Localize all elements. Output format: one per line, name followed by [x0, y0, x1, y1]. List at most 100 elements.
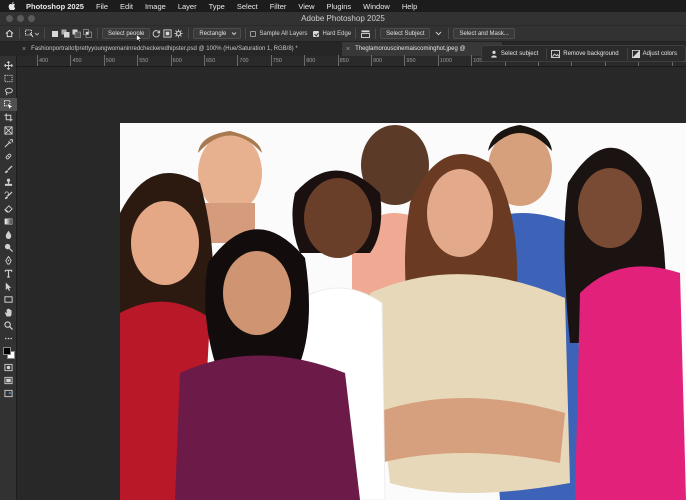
sample-all-layers-label: Sample All Layers — [259, 30, 308, 37]
adjust-colors-icon — [631, 49, 640, 58]
canvas-area[interactable] — [17, 67, 686, 500]
clone-stamp-tool-icon[interactable] — [0, 176, 17, 189]
eyedropper-tool-icon[interactable] — [0, 137, 17, 150]
hand-tool-icon[interactable] — [0, 306, 17, 319]
divider — [245, 28, 247, 39]
ruler-tick-label: 400 — [39, 58, 49, 64]
menu-plugins[interactable]: Plugins — [327, 2, 352, 11]
intersect-selection-icon[interactable] — [82, 28, 93, 39]
frame-tool-icon[interactable] — [0, 124, 17, 137]
foreground-color-swatch[interactable] — [3, 347, 11, 355]
type-tool-icon[interactable] — [0, 267, 17, 280]
dodge-tool-icon[interactable] — [0, 241, 17, 254]
ruler-tick-label: 700 — [239, 58, 249, 64]
apple-icon[interactable] — [8, 2, 16, 10]
pen-tool-icon[interactable] — [0, 254, 17, 267]
menu-window[interactable]: Window — [363, 2, 390, 11]
object-selection-tool-icon[interactable] — [0, 98, 17, 111]
select-subject-mode-icon[interactable] — [360, 28, 371, 39]
new-selection-icon[interactable] — [49, 28, 60, 39]
gear-icon[interactable] — [173, 28, 184, 39]
menu-bar: Photoshop 2025 File Edit Image Layer Typ… — [0, 0, 686, 12]
document-tab-fashion-portrait[interactable]: × Fashionportraitofprettyyoungwomaninred… — [18, 42, 344, 56]
hard-edge-label: Hard Edge — [322, 30, 352, 37]
blur-tool-icon[interactable] — [0, 228, 17, 241]
divider — [448, 28, 450, 39]
subtract-from-selection-icon[interactable] — [71, 28, 82, 39]
document-image[interactable] — [120, 123, 686, 500]
ruler-tick-mark — [337, 55, 339, 66]
menu-help[interactable]: Help — [402, 2, 417, 11]
divider — [188, 28, 190, 39]
sample-all-layers-checkbox[interactable] — [250, 30, 257, 37]
image-icon — [551, 49, 561, 58]
eraser-tool-icon[interactable] — [0, 202, 17, 215]
ruler-tick-label: 900 — [373, 58, 383, 64]
select-subject-button[interactable]: Select Subject — [380, 28, 431, 39]
person-icon — [491, 50, 497, 58]
ruler-tick-mark — [304, 55, 306, 66]
generative-fill-icon[interactable] — [0, 387, 17, 400]
path-selection-tool-icon[interactable] — [0, 280, 17, 293]
healing-brush-tool-icon[interactable] — [0, 150, 17, 163]
close-tab-icon[interactable]: × — [22, 46, 26, 53]
document-tab-label: Fashionportraitofprettyyoungwomaninredch… — [31, 46, 298, 52]
home-icon[interactable] — [4, 28, 15, 39]
ruler-tick-mark — [437, 55, 439, 66]
zoom-tool-icon[interactable] — [0, 319, 17, 332]
ruler-tick-label: 550 — [139, 58, 149, 64]
screen-mode-icon[interactable] — [0, 374, 17, 387]
more-tools-icon[interactable] — [0, 332, 17, 345]
quick-mask-icon[interactable] — [0, 361, 17, 374]
app-name-menu[interactable]: Photoshop 2025 — [26, 2, 84, 11]
rectangle-tool-icon[interactable] — [0, 293, 17, 306]
ruler-tick-label: 1000 — [439, 58, 453, 64]
remove-background-button[interactable]: Remove background — [546, 47, 622, 60]
move-tool-icon[interactable] — [0, 59, 17, 72]
contextual-task-bar: Select subject Remove background Adjust … — [480, 45, 686, 62]
ruler-tick-label: 950 — [406, 58, 416, 64]
select-subject-dropdown[interactable] — [433, 28, 444, 39]
crop-tool-icon[interactable] — [0, 111, 17, 124]
lasso-tool-icon[interactable] — [0, 85, 17, 98]
object-finder-icon[interactable] — [162, 28, 173, 39]
chevron-down-icon — [232, 32, 237, 36]
menu-image[interactable]: Image — [145, 2, 166, 11]
ruler-tick-mark — [37, 55, 38, 66]
divider — [375, 28, 377, 39]
menu-filter[interactable]: Filter — [270, 2, 287, 11]
adjust-colors-button[interactable]: Adjust colors — [626, 47, 681, 60]
menu-select[interactable]: Select — [237, 2, 258, 11]
ruler-tick-label: 750 — [272, 58, 282, 64]
refresh-icon[interactable] — [151, 28, 162, 39]
document-tab-glamorous-cinema[interactable]: × Theglamorouscinemaiscominghot.jpeg @ — [342, 42, 502, 56]
window-title: Adobe Photoshop 2025 — [301, 14, 385, 23]
gradient-tool-icon[interactable] — [0, 215, 17, 228]
hard-edge-option[interactable]: Hard Edge — [313, 30, 352, 37]
menu-type[interactable]: Type — [209, 2, 225, 11]
sample-all-layers-option[interactable]: Sample All Layers — [250, 30, 308, 37]
ruler-tick-mark — [170, 55, 172, 66]
close-tab-icon[interactable]: × — [346, 46, 350, 53]
color-swatches — [0, 345, 17, 361]
menu-edit[interactable]: Edit — [120, 2, 133, 11]
menu-file[interactable]: File — [96, 2, 108, 11]
menu-view[interactable]: View — [298, 2, 314, 11]
tool-preset-picker[interactable] — [24, 28, 40, 39]
hard-edge-checkbox[interactable] — [313, 30, 320, 37]
marquee-tool-icon[interactable] — [0, 72, 17, 85]
ruler-tick-mark — [204, 55, 205, 66]
history-brush-tool-icon[interactable] — [0, 189, 17, 202]
select-subject-context-label: Select subject — [500, 50, 539, 57]
mode-value: Rectangle — [199, 30, 227, 37]
ruler-tick-label: 450 — [72, 58, 82, 64]
select-subject-context-button[interactable]: Select subject — [486, 48, 542, 60]
menu-layer[interactable]: Layer — [178, 2, 197, 11]
ruler-tick-label: 800 — [306, 58, 316, 64]
brush-tool-icon[interactable] — [0, 163, 17, 176]
chevron-down-icon — [436, 31, 442, 36]
select-and-mask-button[interactable]: Select and Mask... — [453, 28, 515, 39]
mode-dropdown[interactable]: Rectangle — [193, 28, 242, 39]
add-to-selection-icon[interactable] — [60, 28, 71, 39]
ruler-tick-mark — [237, 55, 239, 66]
